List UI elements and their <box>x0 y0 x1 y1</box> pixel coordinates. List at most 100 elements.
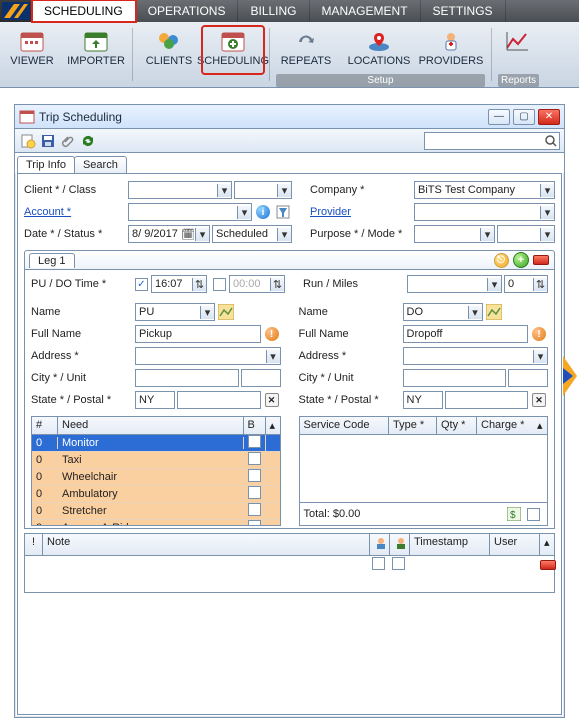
miles-input[interactable]: 0⇅ <box>504 275 548 293</box>
do-unit[interactable] <box>508 369 548 387</box>
search-icon[interactable] <box>543 134 559 148</box>
notes-scroll[interactable]: ▴ <box>540 534 554 555</box>
notes-h-ico1[interactable] <box>370 534 390 555</box>
pu-unit[interactable] <box>241 369 281 387</box>
needs-row[interactable]: 0Monitor <box>32 435 280 452</box>
class-combo[interactable]: ▾ <box>234 181 292 199</box>
pu-fullname[interactable]: Pickup <box>135 325 261 343</box>
client-link[interactable]: Client * <box>24 184 59 196</box>
svc-h-type[interactable]: Type * <box>389 417 437 434</box>
notes-h-ts[interactable]: Timestamp <box>410 534 490 555</box>
pu-clear-icon[interactable]: ✕ <box>263 391 281 409</box>
ribbon-viewer[interactable]: VIEWER <box>1 26 63 74</box>
needs-h-b[interactable]: B <box>244 417 266 434</box>
location-icon <box>365 29 393 53</box>
ribbon-scheduling[interactable]: SCHEDULING <box>202 26 264 74</box>
pu-name-combo[interactable]: PU▾ <box>135 303 215 321</box>
pu-time[interactable]: 16:07⇅ <box>151 275 207 293</box>
account-filter-icon[interactable] <box>274 203 292 221</box>
provider-combo[interactable]: ▾ <box>414 203 555 221</box>
pu-map-icon[interactable] <box>217 303 235 321</box>
add-leg-icon[interactable]: + <box>512 251 530 269</box>
date-picker[interactable]: 8/ 9/2017🗓▾ <box>128 225 210 243</box>
remove-leg-icon[interactable] <box>532 251 550 269</box>
ribbon-reports[interactable] <box>497 26 537 74</box>
do-address-combo[interactable]: ▾ <box>403 347 549 365</box>
refresh-icon[interactable] <box>79 132 97 150</box>
ribbon-clients[interactable]: CLIENTS <box>138 26 200 74</box>
needs-h-need[interactable]: Need <box>58 417 244 434</box>
do-fullname[interactable]: Dropoff <box>403 325 529 343</box>
pu-postal[interactable] <box>177 391 261 409</box>
ribbon-repeats[interactable]: REPEATS <box>275 26 337 74</box>
info-icon[interactable]: i <box>254 203 272 221</box>
notes-h-user[interactable]: User <box>490 534 540 555</box>
minimize-button[interactable]: — <box>488 109 510 125</box>
account-combo[interactable]: ▾ <box>128 203 252 221</box>
pu-checkbox[interactable]: ✓ <box>135 278 148 291</box>
save-icon[interactable] <box>39 132 57 150</box>
maximize-button[interactable]: ▢ <box>513 109 535 125</box>
svc-h-charge[interactable]: Charge * <box>477 417 533 434</box>
pu-state[interactable]: NY <box>135 391 175 409</box>
do-checkbox[interactable] <box>213 278 226 291</box>
client-combo[interactable]: ▾ <box>128 181 232 199</box>
needs-row[interactable]: 0Taxi <box>32 452 280 469</box>
expand-right-arrow[interactable] <box>563 356 577 396</box>
needs-row[interactable]: 0Access-A-Ride <box>32 520 280 525</box>
search-box[interactable] <box>424 132 560 150</box>
do-postal[interactable] <box>445 391 529 409</box>
notes-grid[interactable]: ! Note Timestamp User ▴ <box>24 533 555 593</box>
services-grid[interactable]: Service Code Type * Qty * Charge * ▴ Tot… <box>299 416 549 526</box>
needs-scroll-up[interactable]: ▴ <box>266 417 280 434</box>
notes-h-ico2[interactable] <box>390 534 410 555</box>
do-name-combo[interactable]: DO▾ <box>403 303 483 321</box>
do-clear-icon[interactable]: ✕ <box>530 391 548 409</box>
svc-h-code[interactable]: Service Code <box>300 417 390 434</box>
attach-icon[interactable] <box>59 132 77 150</box>
menu-tab-operations[interactable]: OPERATIONS <box>136 0 239 22</box>
menu-tab-settings[interactable]: SETTINGS <box>421 0 506 22</box>
menu-tab-management[interactable]: MANAGEMENT <box>310 0 421 22</box>
needs-row[interactable]: 0Stretcher <box>32 503 280 520</box>
do-state[interactable]: NY <box>403 391 443 409</box>
svc-check[interactable] <box>527 508 540 521</box>
svc-scroll-up[interactable]: ▴ <box>533 417 547 434</box>
copy-leg-icon[interactable]: ⎋ <box>492 251 510 269</box>
search-input[interactable] <box>425 133 543 149</box>
svc-h-qty[interactable]: Qty * <box>437 417 477 434</box>
status-combo[interactable]: Scheduled▾ <box>212 225 292 243</box>
needs-row[interactable]: 0Ambulatory <box>32 486 280 503</box>
svc-calc-icon[interactable]: $ <box>505 505 523 523</box>
needs-h-n[interactable]: # <box>32 417 58 434</box>
new-icon[interactable] <box>19 132 37 150</box>
do-map-icon[interactable] <box>485 303 503 321</box>
do-city[interactable] <box>403 369 507 387</box>
account-link[interactable]: Account * <box>24 206 128 218</box>
tab-search[interactable]: Search <box>74 156 127 173</box>
pu-city[interactable] <box>135 369 239 387</box>
provider-link[interactable]: Provider <box>310 206 414 218</box>
ribbon-group-setup-label: Setup <box>276 74 485 87</box>
needs-row[interactable]: 0Wheelchair <box>32 469 280 486</box>
note-chk2[interactable] <box>392 557 405 570</box>
purpose-combo[interactable]: ▾ <box>414 225 495 243</box>
note-remove[interactable] <box>540 560 556 570</box>
notes-h-bang[interactable]: ! <box>25 534 43 555</box>
mode-combo[interactable]: ▾ <box>497 225 555 243</box>
tab-trip-info[interactable]: Trip Info <box>17 156 75 173</box>
notes-h-note[interactable]: Note <box>43 534 370 555</box>
ribbon-locations[interactable]: LOCATIONS <box>344 26 414 74</box>
do-time[interactable]: 00:00⇅ <box>229 275 285 293</box>
company-combo[interactable]: BiTS Test Company▾ <box>414 181 555 199</box>
note-chk1[interactable] <box>372 557 385 570</box>
ribbon-importer[interactable]: IMPORTER <box>65 26 127 74</box>
ribbon-providers[interactable]: PROVIDERS <box>416 26 486 74</box>
menu-tab-scheduling[interactable]: SCHEDULING <box>32 0 136 22</box>
run-combo[interactable]: ▾ <box>407 275 502 293</box>
leg-tab[interactable]: Leg 1 <box>29 253 75 268</box>
pu-address-combo[interactable]: ▾ <box>135 347 281 365</box>
menu-tab-billing[interactable]: BILLING <box>238 0 309 22</box>
needs-grid[interactable]: # Need B ▴ 0Monitor0Taxi0Wheelchair0Ambu… <box>31 416 281 526</box>
close-button[interactable]: ✕ <box>538 109 560 125</box>
